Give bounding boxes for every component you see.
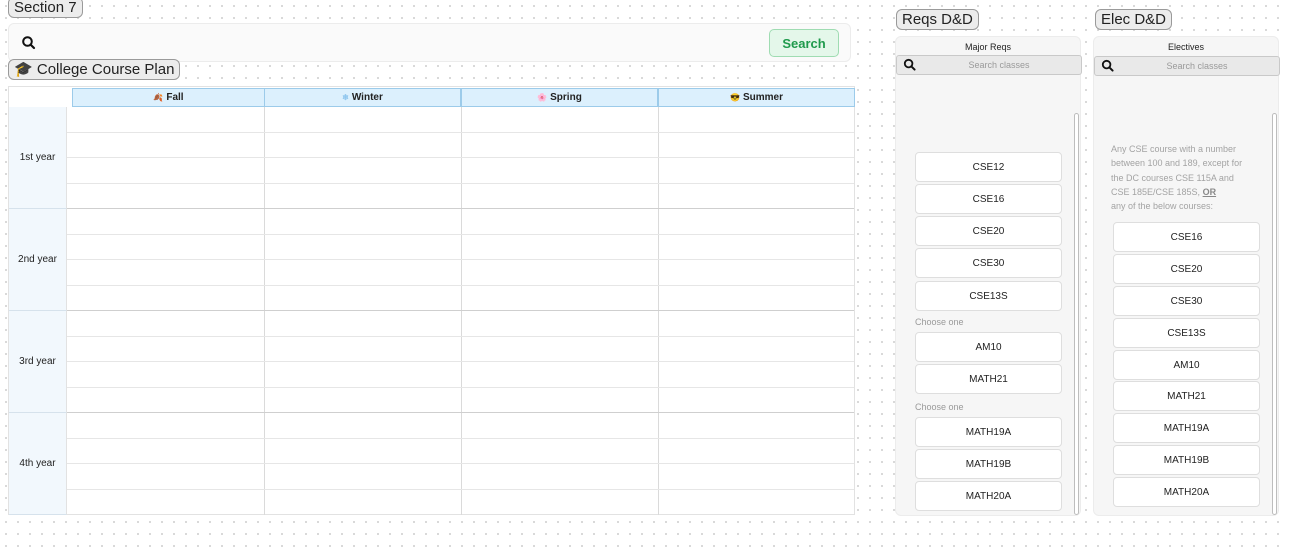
description-line: Any CSE course with a number bbox=[1111, 144, 1237, 154]
year-label-4th: 4th year bbox=[9, 413, 67, 515]
snowflake-icon: ❄ bbox=[342, 93, 349, 102]
course-card[interactable]: MATH19B bbox=[915, 449, 1062, 479]
course-card[interactable]: AM10 bbox=[915, 332, 1062, 362]
course-card[interactable]: AM10 bbox=[1113, 350, 1260, 380]
electives-panel: Electives Search classes Any CSE course … bbox=[1093, 36, 1281, 516]
slot-divider bbox=[67, 387, 854, 388]
year-label-1st: 1st year bbox=[9, 107, 67, 209]
choose-one-label: Choose one bbox=[915, 317, 964, 327]
column-divider bbox=[461, 107, 462, 515]
year-label-2nd: 2nd year bbox=[9, 209, 67, 311]
reqs-frame-label: Reqs D&D bbox=[896, 9, 979, 30]
search-placeholder: Search classes bbox=[968, 60, 1030, 70]
column-divider bbox=[264, 107, 265, 515]
slot-divider bbox=[67, 234, 854, 235]
slot-divider bbox=[67, 259, 854, 260]
slot-divider bbox=[67, 285, 854, 286]
year-divider bbox=[67, 412, 854, 413]
slot-divider bbox=[67, 132, 854, 133]
plan-label-text: College Course Plan bbox=[36, 61, 175, 78]
slot-divider bbox=[67, 361, 854, 362]
section-label: Section 7 bbox=[8, 0, 83, 18]
search-button[interactable]: Search bbox=[769, 29, 839, 57]
search-placeholder: Search classes bbox=[1166, 61, 1228, 71]
slot-divider bbox=[67, 463, 854, 464]
description-line: CSE 185E/CSE 185S, OR bbox=[1111, 185, 1281, 199]
season-label: Winter bbox=[351, 92, 383, 103]
slot-divider bbox=[67, 489, 854, 490]
search-icon bbox=[1101, 59, 1114, 72]
graduation-cap-icon: 🎓 bbox=[14, 61, 33, 78]
description-text: CSE 185E/CSE 185S, bbox=[1111, 186, 1201, 197]
slot-divider bbox=[67, 336, 854, 337]
course-card[interactable]: MATH19A bbox=[915, 417, 1062, 447]
course-card[interactable]: CSE20 bbox=[915, 216, 1062, 246]
column-divider bbox=[658, 107, 659, 515]
season-header-spring: 🌸 Spring bbox=[461, 88, 658, 107]
season-label: Fall bbox=[166, 92, 184, 103]
search-icon bbox=[22, 36, 36, 50]
flower-icon: 🌸 bbox=[537, 93, 548, 102]
slot-divider bbox=[67, 438, 854, 439]
course-card[interactable]: CSE16 bbox=[915, 184, 1062, 214]
search-bar[interactable]: Search bbox=[8, 23, 851, 62]
major-reqs-panel: Major Reqs Search classes CSE12 CSE16 CS… bbox=[895, 36, 1082, 516]
course-card[interactable]: CSE30 bbox=[915, 248, 1062, 278]
or-emphasis: OR bbox=[1202, 186, 1217, 197]
search-input[interactable]: Search classes bbox=[1094, 56, 1280, 76]
course-card[interactable]: CSE16 bbox=[1113, 222, 1260, 252]
season-label: Spring bbox=[550, 92, 582, 103]
course-card[interactable]: MATH21 bbox=[915, 364, 1062, 394]
choose-one-label: Choose one bbox=[915, 402, 964, 412]
sunglasses-icon: 😎 bbox=[730, 93, 740, 102]
description-line: the DC courses CSE 115A and bbox=[1111, 172, 1234, 183]
plan-label: 🎓 College Course Plan bbox=[8, 59, 181, 80]
course-card[interactable]: MATH19B bbox=[1113, 445, 1260, 475]
search-icon bbox=[903, 58, 916, 71]
course-card[interactable]: MATH20A bbox=[915, 481, 1062, 511]
elec-frame-label: Elec D&D bbox=[1095, 9, 1173, 30]
course-card[interactable]: MATH21 bbox=[1113, 381, 1260, 411]
season-header-summer: 😎 Summer bbox=[658, 88, 855, 107]
slot-divider bbox=[67, 157, 854, 158]
course-card[interactable]: MATH19A bbox=[1113, 413, 1260, 443]
electives-description: Any CSE course with a number between 100… bbox=[1111, 142, 1281, 213]
course-plan-grid: 🍂 Fall ❄ Winter 🌸 Spring 😎 Summer 1st ye… bbox=[8, 86, 855, 515]
season-header-winter: ❄ Winter bbox=[264, 88, 461, 107]
course-card[interactable]: CSE20 bbox=[1113, 254, 1260, 284]
course-card[interactable]: CSE12 bbox=[915, 152, 1062, 182]
year-label-3rd: 3rd year bbox=[9, 311, 67, 413]
season-header-fall: 🍂 Fall bbox=[72, 88, 265, 107]
year-divider bbox=[67, 310, 854, 311]
description-line: any of the below courses: bbox=[1111, 201, 1214, 212]
leaf-icon: 🍂 bbox=[153, 93, 164, 102]
panel-title: Electives bbox=[1167, 42, 1204, 52]
slot-divider bbox=[67, 183, 854, 184]
season-label: Summer bbox=[742, 92, 783, 103]
course-card[interactable]: CSE13S bbox=[915, 281, 1062, 311]
description-line: between 100 and 189, except for bbox=[1111, 158, 1243, 169]
panel-title: Major Reqs bbox=[964, 42, 1011, 52]
course-card[interactable]: MATH20A bbox=[1113, 477, 1260, 507]
year-divider bbox=[67, 208, 854, 209]
course-card[interactable]: CSE13S bbox=[1113, 318, 1260, 348]
scrollbar[interactable] bbox=[1074, 113, 1079, 515]
course-card[interactable]: CSE30 bbox=[1113, 286, 1260, 316]
search-input[interactable]: Search classes bbox=[896, 55, 1082, 75]
